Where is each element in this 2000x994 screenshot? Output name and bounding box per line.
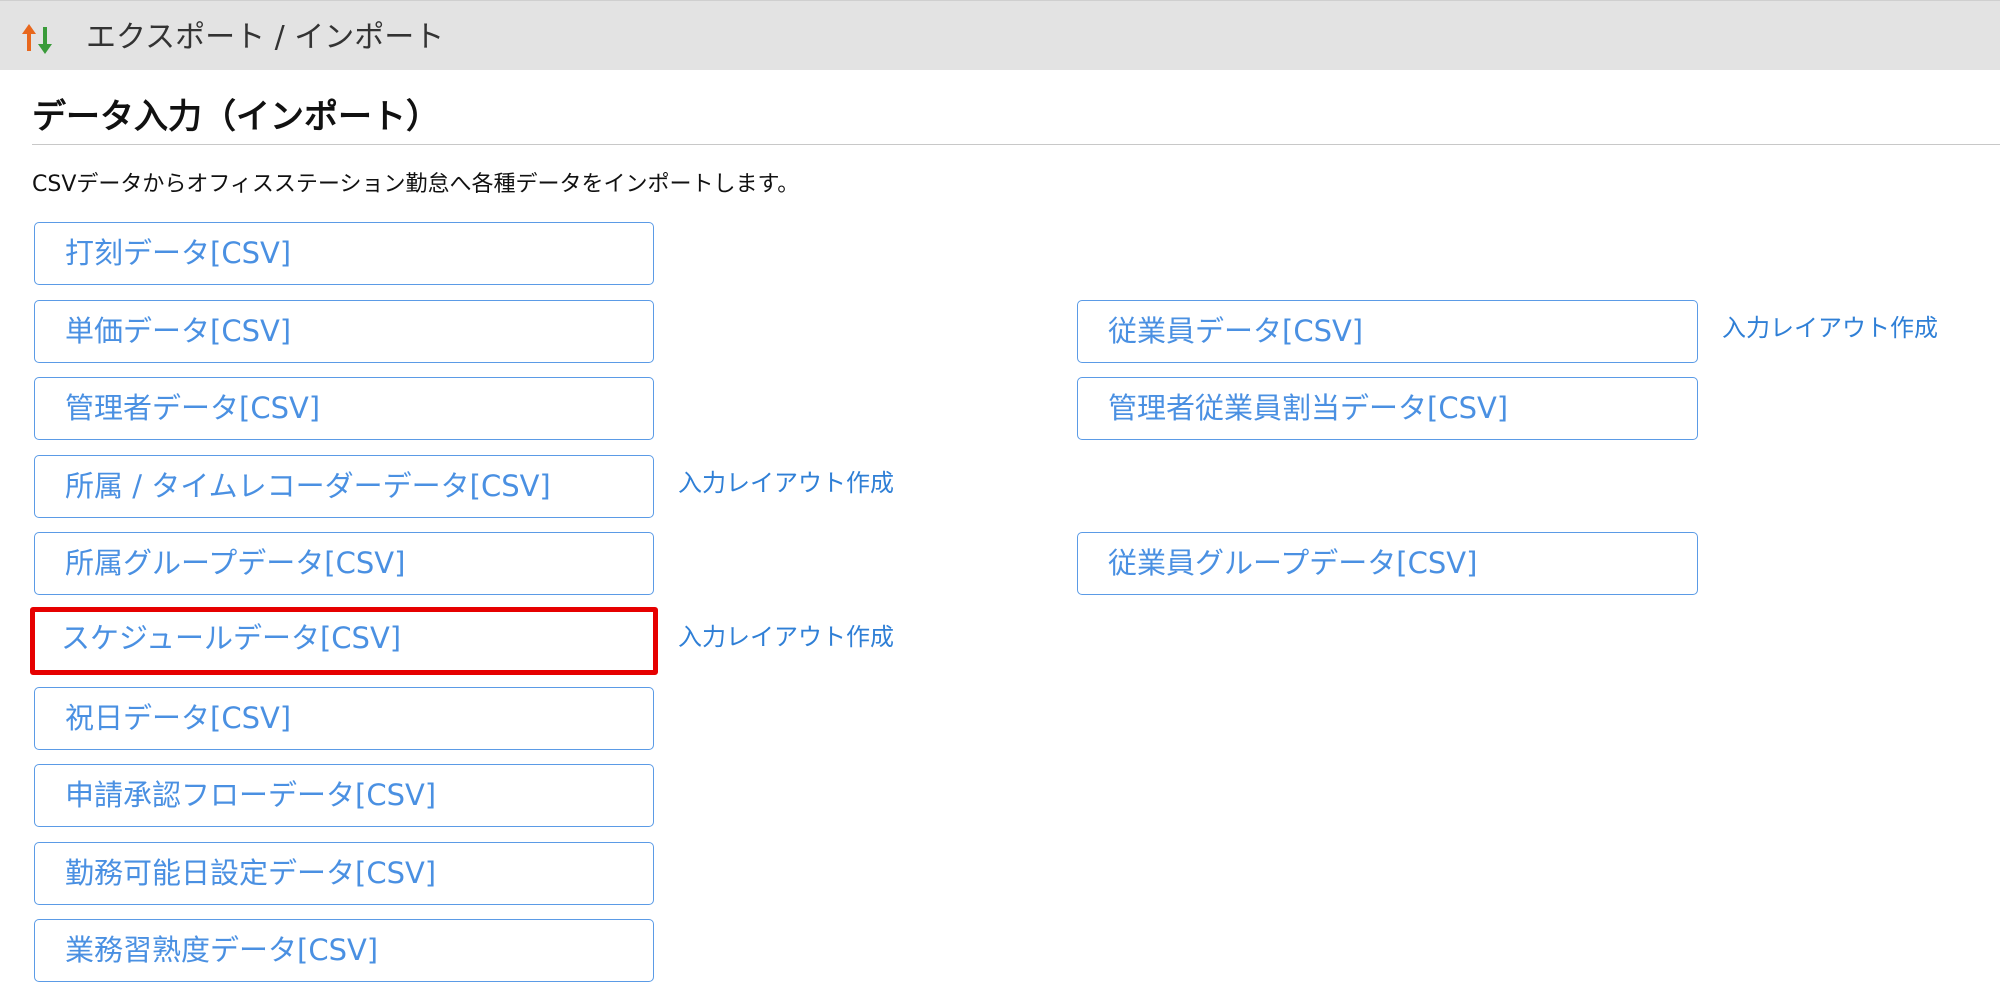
up-down-arrows-icon — [22, 24, 52, 54]
employee-layout-create-link[interactable]: 入力レイアウト作成 — [1722, 313, 1938, 343]
department-layout-create-link[interactable]: 入力レイアウト作成 — [678, 468, 894, 498]
import-department-group-data-button[interactable]: 所属グループデータ[CSV] — [34, 532, 654, 595]
import-skill-level-data-button[interactable]: 業務習熟度データ[CSV] — [34, 919, 654, 982]
import-schedule-data-button[interactable]: スケジュールデータ[CSV] — [30, 607, 658, 675]
import-punch-data-button[interactable]: 打刻データ[CSV] — [34, 222, 654, 285]
import-manager-employee-assignment-data-button[interactable]: 管理者従業員割当データ[CSV] — [1077, 377, 1698, 440]
page-description: CSVデータからオフィスステーション勤怠へ各種データをインポートします。 — [32, 172, 800, 197]
header-title: エクスポート / インポート — [86, 20, 445, 55]
import-unit-price-data-button[interactable]: 単価データ[CSV] — [34, 300, 654, 363]
schedule-layout-create-link[interactable]: 入力レイアウト作成 — [678, 622, 894, 652]
import-manager-data-button[interactable]: 管理者データ[CSV] — [34, 377, 654, 440]
import-holiday-data-button[interactable]: 祝日データ[CSV] — [34, 687, 654, 750]
import-available-days-data-button[interactable]: 勤務可能日設定データ[CSV] — [34, 842, 654, 905]
import-department-timerecorder-data-button[interactable]: 所属 / タイムレコーダーデータ[CSV] — [34, 455, 654, 518]
import-employee-group-data-button[interactable]: 従業員グループデータ[CSV] — [1077, 532, 1698, 595]
page-title: データ入力（インポート） — [32, 97, 440, 137]
import-employee-data-button[interactable]: 従業員データ[CSV] — [1077, 300, 1698, 363]
title-divider — [32, 144, 2000, 145]
import-approval-flow-data-button[interactable]: 申請承認フローデータ[CSV] — [34, 764, 654, 827]
header-bar: エクスポート / インポート — [0, 0, 2000, 70]
